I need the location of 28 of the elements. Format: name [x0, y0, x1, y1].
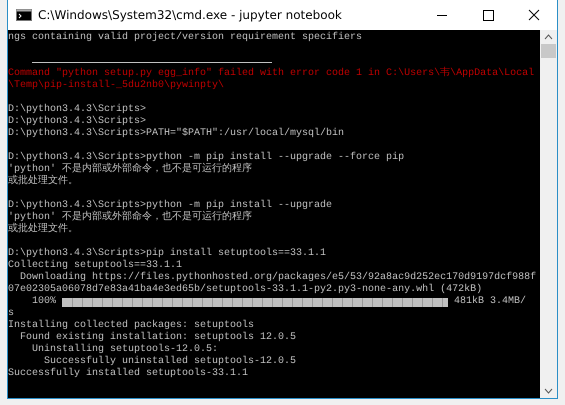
scroll-thumb[interactable] [541, 44, 556, 58]
console-line: D:\python3.4.3\Scripts>python -m pip install --upgrade [8, 200, 332, 211]
console-line: 'python' 不是内部或外部命令，也不是可运行的程序 [8, 164, 252, 175]
window-title: C:\Windows\System32\cmd.exe - jupyter notebook [38, 8, 343, 22]
console-line: D:\python3.4.3\Scripts>PATH="$PATH":/usr/local/mysql/bin [8, 128, 344, 140]
console-line: D:\python3.4.3\Scripts>python -m pip install --upgrade --force pip [8, 152, 404, 163]
scrollbar[interactable] [540, 30, 557, 398]
console-line: 或批处理文件。 [8, 224, 78, 236]
console-line: Downloading https://files.pythonhosted.org/packages/e5/53/92a8ac9d252ec170d9197dcf988f [19, 272, 536, 284]
console-line: D:\python3.4.3\Scripts>pip install setuptools==33.1.1 [8, 248, 326, 260]
console-line: 07e02305a06078d7e83a41ba4e3ed65b/setuptools-33.1.1-py2.py3-none-any.whl (472kB) [8, 284, 482, 296]
console-line: Successfully uninstalled setuptools-12.0.5 [43, 356, 296, 368]
console-line: s [8, 308, 14, 320]
console-line: ngs containing valid project/version requirement specifiers [8, 32, 362, 44]
console-line: Installing collected packages: setuptools [8, 320, 254, 332]
console-line: Collecting setuptools==33.1.1 [8, 260, 182, 272]
console-icon [16, 9, 32, 21]
error-line: Command "python setup.py egg_info" failed with error code 1 in C:\Users\韦\AppData\Local [8, 68, 534, 80]
console-line: Uninstalling setuptools-12.0.5: [31, 344, 218, 356]
console-line: Found existing installation: setuptools 12.0.5 [19, 332, 296, 344]
console-line: D:\python3.4.3\Scripts> [8, 104, 146, 116]
console-line: D:\python3.4.3\Scripts> [8, 116, 146, 128]
progress-reading: 481kB 3.4MB/ [454, 296, 526, 308]
progress-percent: 100% [32, 296, 56, 308]
console-line: 或批处理文件。 [8, 176, 78, 188]
console-line: Successfully installed setuptools-33.1.1 [8, 368, 248, 380]
console-line: 'python' 不是内部或外部命令，也不是可运行的程序 [8, 212, 252, 223]
error-line: \Temp\pip-install-_5du2nb0\pywinpty\ [8, 80, 224, 92]
